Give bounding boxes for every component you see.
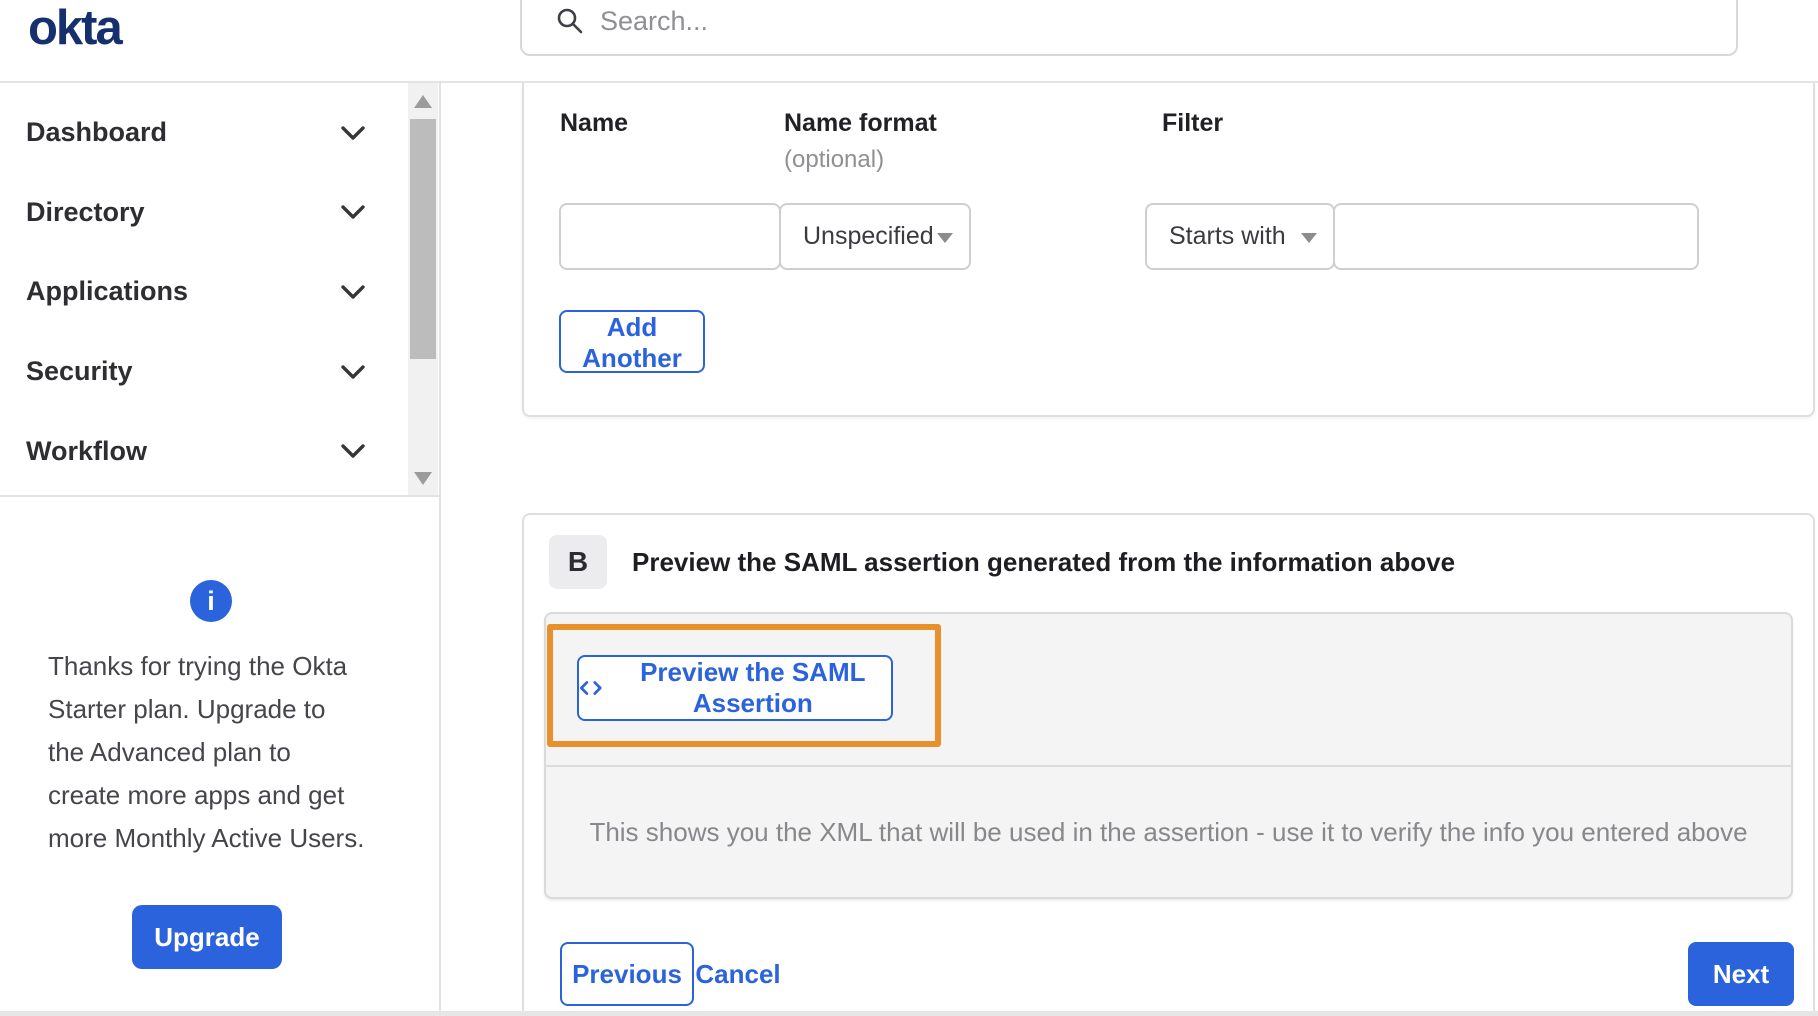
preview-panel: Preview the SAML Assertion This shows yo… (544, 612, 1793, 899)
sidebar-item-label: Applications (26, 276, 189, 307)
filter-column-label: Filter (1162, 109, 1224, 137)
chevron-down-icon (340, 284, 366, 305)
sidebar-item-directory[interactable]: Directory (0, 173, 439, 253)
cancel-button[interactable]: Cancel (690, 942, 786, 1006)
trial-notice-line: the Advanced plan to (48, 737, 291, 767)
chevron-down-icon (340, 204, 366, 225)
okta-admin-page: okta Dashboard Directory (0, 0, 1818, 1016)
trial-notice-line: Thanks for trying the Okta (48, 651, 348, 681)
chevron-down-icon (340, 364, 366, 385)
preview-saml-assertion-button[interactable]: Preview the SAML Assertion (577, 655, 893, 721)
scrollbar-thumb[interactable] (410, 119, 436, 359)
sidebar-scrollbar[interactable] (408, 83, 438, 495)
next-button[interactable]: Next (1688, 942, 1794, 1006)
attribute-statements-card: Name Name format (optional) Filter Unspe… (522, 83, 1815, 417)
preview-saml-card: B Preview the SAML assertion generated f… (522, 513, 1815, 1016)
name-input[interactable] (559, 203, 781, 270)
trial-notice-line: create more apps and get (48, 780, 345, 810)
sidebar-item-dashboard[interactable]: Dashboard (0, 93, 439, 173)
scroll-up-arrow-icon[interactable] (414, 95, 432, 108)
filter-value-input[interactable] (1333, 203, 1699, 270)
name-column-label: Name (560, 109, 629, 137)
select-caret-icon (937, 232, 953, 243)
select-caret-icon (1301, 232, 1317, 243)
sidebar-item-workflow[interactable]: Workflow (0, 411, 439, 491)
scroll-down-arrow-icon[interactable] (414, 472, 432, 485)
search-bar[interactable] (520, 0, 1738, 56)
sidebar-item-applications[interactable]: Applications (0, 252, 439, 332)
sidebar-item-label: Workflow (26, 435, 147, 466)
code-icon (580, 681, 602, 695)
search-input[interactable] (600, 5, 1736, 37)
sidebar-item-label: Dashboard (26, 117, 168, 148)
name-format-column-label: Name format (784, 109, 937, 137)
chevron-down-icon (340, 125, 366, 146)
preview-section-heading: Preview the SAML assertion generated fro… (632, 546, 1456, 577)
sidebar-item-security[interactable]: Security (0, 332, 439, 412)
trial-notice-line: more Monthly Active Users. (48, 823, 365, 853)
previous-button[interactable]: Previous (560, 942, 694, 1006)
okta-logo: okta (28, 1, 123, 55)
step-b-badge: B (549, 535, 607, 589)
sidebar-item-label: Directory (26, 196, 145, 227)
name-format-selected-value: Unspecified (803, 222, 934, 250)
name-format-select[interactable]: Unspecified (779, 203, 971, 270)
header: okta (0, 0, 1818, 83)
sidebar: Dashboard Directory Applications Securit… (0, 83, 441, 1016)
sidebar-menu: Dashboard Directory Applications Securit… (0, 83, 439, 497)
filter-operator-selected-value: Starts with (1169, 222, 1286, 250)
trial-notice: Thanks for trying the Okta Starter plan.… (48, 645, 398, 860)
trial-notice-line: Starter plan. Upgrade to (48, 694, 326, 724)
preview-helper-text: This shows you the XML that will be used… (589, 816, 1748, 847)
info-icon: i (190, 580, 232, 622)
sidebar-item-label: Security (26, 356, 133, 387)
name-format-optional-hint: (optional) (784, 146, 885, 173)
filter-operator-select[interactable]: Starts with (1145, 203, 1335, 270)
preview-button-label: Preview the SAML Assertion (640, 657, 866, 718)
add-another-button[interactable]: Add Another (559, 310, 705, 373)
search-icon (557, 8, 583, 34)
chevron-down-icon (340, 443, 366, 464)
page-bottom-edge (0, 1011, 1818, 1016)
upgrade-button[interactable]: Upgrade (132, 905, 282, 969)
